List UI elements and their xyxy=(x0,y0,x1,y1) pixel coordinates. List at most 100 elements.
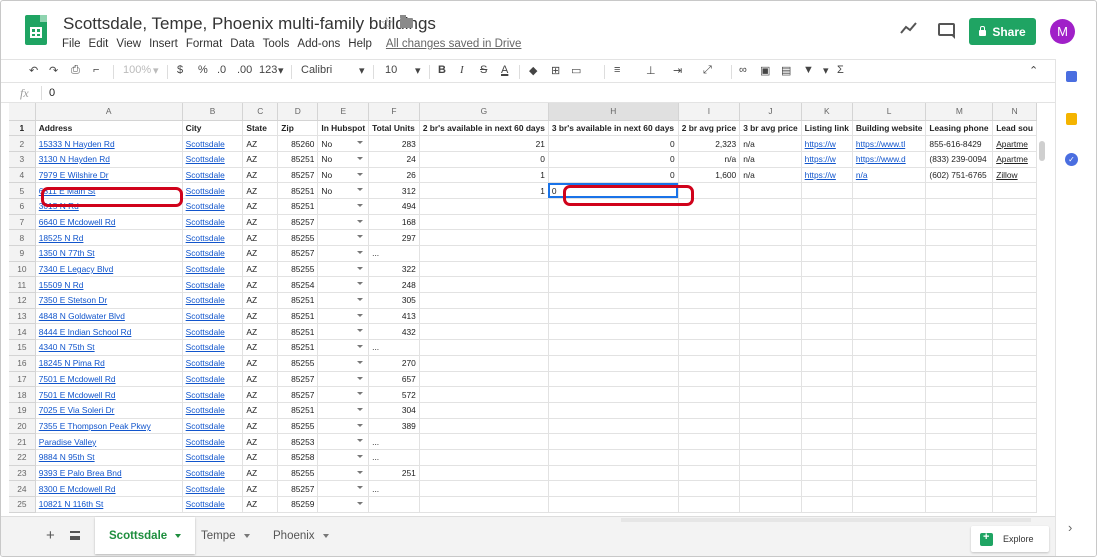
row-number[interactable]: 25 xyxy=(9,496,36,513)
cell-listing[interactable]: https://w xyxy=(801,167,853,184)
activity-trend-icon[interactable] xyxy=(900,21,918,35)
cell-lead[interactable] xyxy=(992,182,1037,199)
dropdown-arrow-icon[interactable] xyxy=(357,486,364,490)
cell-phone[interactable] xyxy=(925,465,994,482)
cell-hub[interactable] xyxy=(317,323,370,341)
cell-listing[interactable] xyxy=(801,449,853,466)
column-header-b[interactable]: B xyxy=(182,103,244,121)
decrease-decimal-button[interactable]: .0 xyxy=(217,64,226,76)
filter-chevron-icon[interactable]: ▾ xyxy=(823,64,829,77)
cell-phone[interactable]: (833) 239-0094 xyxy=(925,151,994,168)
cell-state[interactable]: AZ xyxy=(242,276,279,294)
dropdown-arrow-icon[interactable] xyxy=(357,282,364,286)
cell-p3[interactable] xyxy=(739,339,802,356)
cell-state[interactable]: AZ xyxy=(242,229,279,246)
cell-p2[interactable] xyxy=(678,433,741,450)
cell-state[interactable]: AZ xyxy=(242,480,279,497)
cell-state[interactable]: AZ xyxy=(242,339,279,356)
cell-br2[interactable] xyxy=(419,449,549,466)
cell-state[interactable]: AZ xyxy=(242,135,279,152)
cell-lead[interactable] xyxy=(992,465,1037,482)
cell-br2[interactable]: 0 xyxy=(419,151,549,168)
menu-help[interactable]: Help xyxy=(348,38,372,50)
cell-br3[interactable] xyxy=(548,214,679,231)
cell-hub[interactable] xyxy=(317,371,370,388)
dropdown-arrow-icon[interactable] xyxy=(357,172,364,176)
cell-p2[interactable] xyxy=(678,323,741,341)
text-rotation-icon[interactable]: ⤢ xyxy=(703,64,712,77)
cell-address[interactable]: 1350 N 77th St xyxy=(35,245,183,262)
cell-units[interactable]: 389 xyxy=(368,418,420,435)
calendar-icon[interactable] xyxy=(1066,71,1077,82)
cell-listing[interactable] xyxy=(801,276,853,294)
dropdown-arrow-icon[interactable] xyxy=(357,203,364,207)
cell-listing[interactable] xyxy=(801,214,853,231)
avatar[interactable]: M xyxy=(1050,19,1075,44)
cell-zip[interactable]: 85257 xyxy=(277,371,319,388)
cell-phone[interactable] xyxy=(925,323,994,341)
cell-website[interactable] xyxy=(852,292,927,309)
row-number[interactable]: 7 xyxy=(9,214,36,231)
cell-br3[interactable]: 0 xyxy=(548,135,679,152)
column-header-g[interactable]: G xyxy=(419,103,549,121)
horizontal-align-icon[interactable]: ≡ xyxy=(614,64,620,76)
cell-state[interactable]: AZ xyxy=(242,386,279,403)
cell-phone[interactable] xyxy=(925,371,994,388)
dropdown-arrow-icon[interactable] xyxy=(357,141,364,145)
row-number[interactable]: 3 xyxy=(9,151,36,168)
row-number[interactable]: 21 xyxy=(9,433,36,450)
cell-city[interactable]: Scottsdale xyxy=(182,402,244,419)
cell-address[interactable]: 15509 N Rd xyxy=(35,276,183,294)
cell-br2[interactable]: 21 xyxy=(419,135,549,152)
column-header-d[interactable]: D xyxy=(277,103,319,121)
cell-p3[interactable] xyxy=(739,323,802,341)
cell-br2[interactable] xyxy=(419,276,549,294)
row-number[interactable]: 2 xyxy=(9,135,36,152)
cell-units[interactable] xyxy=(368,496,420,513)
cell-p2[interactable] xyxy=(678,496,741,513)
sheets-logo-icon[interactable] xyxy=(25,15,47,45)
cell-state[interactable]: AZ xyxy=(242,214,279,231)
dropdown-arrow-icon[interactable] xyxy=(357,470,364,474)
cell-address[interactable]: 9393 E Palo Brea Bnd xyxy=(35,465,183,482)
cell-phone[interactable] xyxy=(925,229,994,246)
vertical-align-icon[interactable]: ⊥ xyxy=(646,64,656,77)
redo-icon[interactable]: ↷ xyxy=(49,64,58,77)
cell-br2[interactable] xyxy=(419,245,549,262)
cell-lead[interactable] xyxy=(992,402,1037,419)
cell-listing[interactable] xyxy=(801,465,853,482)
cell-hub[interactable] xyxy=(317,198,370,215)
cell-zip[interactable]: 85260 xyxy=(277,135,319,152)
row-number[interactable]: 8 xyxy=(9,229,36,246)
cell-br2[interactable] xyxy=(419,496,549,513)
cell-p3[interactable] xyxy=(739,433,802,450)
cell-p3[interactable] xyxy=(739,496,802,513)
menu-addons[interactable]: Add-ons xyxy=(297,38,340,50)
cell-hub[interactable] xyxy=(317,261,370,278)
cell-zip[interactable]: 85254 xyxy=(277,276,319,294)
cell-p2[interactable] xyxy=(678,276,741,294)
print-icon[interactable]: ⎙ xyxy=(71,64,80,77)
cell-lead[interactable]: Apartme xyxy=(992,151,1037,168)
bold-button[interactable]: B xyxy=(438,64,446,76)
row-number[interactable]: 18 xyxy=(9,386,36,403)
cell-p2[interactable] xyxy=(678,229,741,246)
column-label[interactable]: Building website xyxy=(852,120,927,137)
cell-zip[interactable]: 85251 xyxy=(277,308,319,325)
cell-br2[interactable] xyxy=(419,198,549,215)
cell-zip[interactable]: 85257 xyxy=(277,480,319,497)
cell-hub[interactable] xyxy=(317,496,370,513)
dropdown-arrow-icon[interactable] xyxy=(357,313,364,317)
cell-p3[interactable] xyxy=(739,371,802,388)
cell-city[interactable]: Scottsdale xyxy=(182,496,244,513)
cell-br2[interactable] xyxy=(419,418,549,435)
cell-state[interactable]: AZ xyxy=(242,182,279,199)
percent-format-button[interactable]: % xyxy=(198,64,208,76)
cell-phone[interactable] xyxy=(925,496,994,513)
cell-city[interactable]: Scottsdale xyxy=(182,167,244,184)
cell-hub[interactable] xyxy=(317,480,370,497)
cell-p2[interactable] xyxy=(678,480,741,497)
cell-lead[interactable]: Zillow xyxy=(992,167,1037,184)
select-all-corner[interactable] xyxy=(9,103,36,121)
cell-br3[interactable] xyxy=(548,371,679,388)
